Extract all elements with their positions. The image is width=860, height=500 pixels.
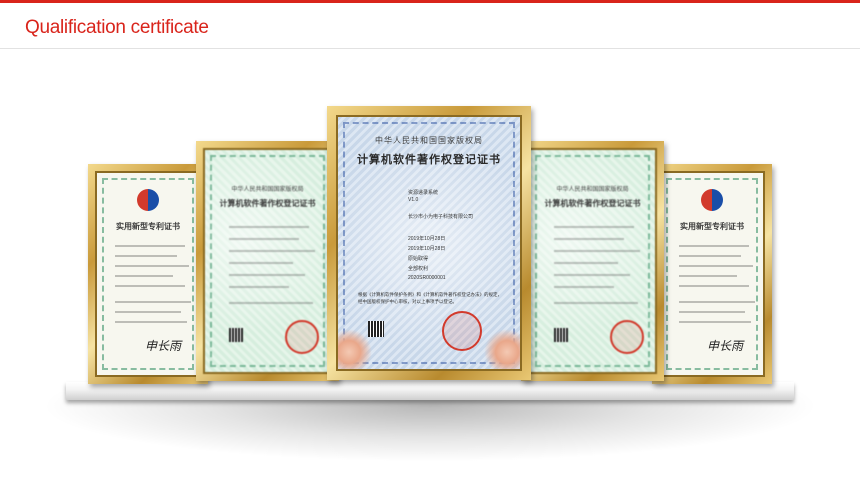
certificate-heading: 计算机软件著作权登记证书 — [357, 153, 501, 166]
certificate-copyright-right: 中华人民共和国国家版权局 计算机软件著作权登记证书 — [521, 141, 664, 381]
certificate-heading: 计算机软件著作权登记证书 — [544, 198, 641, 208]
registration-number: 2020SR0000001 — [408, 275, 446, 281]
publish-date: 2019年10月28日 — [408, 246, 446, 252]
certificate-issuer: 中华人民共和国国家版权局 — [556, 186, 629, 193]
certificate-heading: 实用新型专利证书 — [680, 221, 744, 231]
shelf-shadow — [40, 392, 820, 462]
patent-office-logo — [701, 189, 723, 211]
qr-code — [554, 328, 568, 342]
certificate-copyright-left: 中华人民共和国国家版权局 计算机软件著作权登记证书 — [196, 141, 339, 381]
certificate-patent-right: 实用新型专利证书 申长雨 — [652, 164, 772, 384]
completion-date: 2019年10月28日 — [408, 236, 446, 242]
copyright-owner: 长沙市小为电子科技有限公司 — [408, 214, 474, 220]
signature: 申长雨 — [707, 339, 744, 353]
official-seal — [285, 320, 319, 354]
page-title: Qualification certificate — [25, 17, 209, 38]
certificate-heading: 计算机软件著作权登记证书 — [219, 198, 316, 208]
software-name: 资源递录系统 — [408, 190, 439, 196]
certificate-issuer: 中华人民共和国国家版权局 — [231, 186, 304, 193]
patent-office-logo — [137, 189, 159, 211]
display-shelf — [66, 382, 794, 400]
acquire-method: 原始取得 — [408, 256, 429, 262]
official-seal — [610, 320, 644, 354]
official-seal — [442, 311, 482, 351]
top-accent-bar — [0, 0, 860, 3]
qr-code — [229, 328, 243, 342]
certificate-patent-left: 实用新型专利证书 申长雨 — [88, 164, 208, 384]
signature: 申长雨 — [145, 339, 182, 353]
title-divider — [0, 48, 860, 49]
certificate-notice: 根据《计算机软件保护条例》和《计算机软件著作权登记办法》的规定，经中国版权保护中… — [358, 292, 502, 304]
software-version: V1.0 — [408, 197, 419, 203]
qr-code — [368, 321, 384, 337]
corner-ornament — [484, 329, 520, 369]
certificate-heading: 实用新型专利证书 — [116, 221, 180, 231]
certificate-issuer: 中华人民共和国国家版权局 — [375, 136, 483, 145]
certificate-copyright-center: 中华人民共和国国家版权局 计算机软件著作权登记证书 资源递录系统 V1.0 长沙… — [327, 106, 531, 380]
rights-scope: 全部权利 — [408, 266, 429, 272]
